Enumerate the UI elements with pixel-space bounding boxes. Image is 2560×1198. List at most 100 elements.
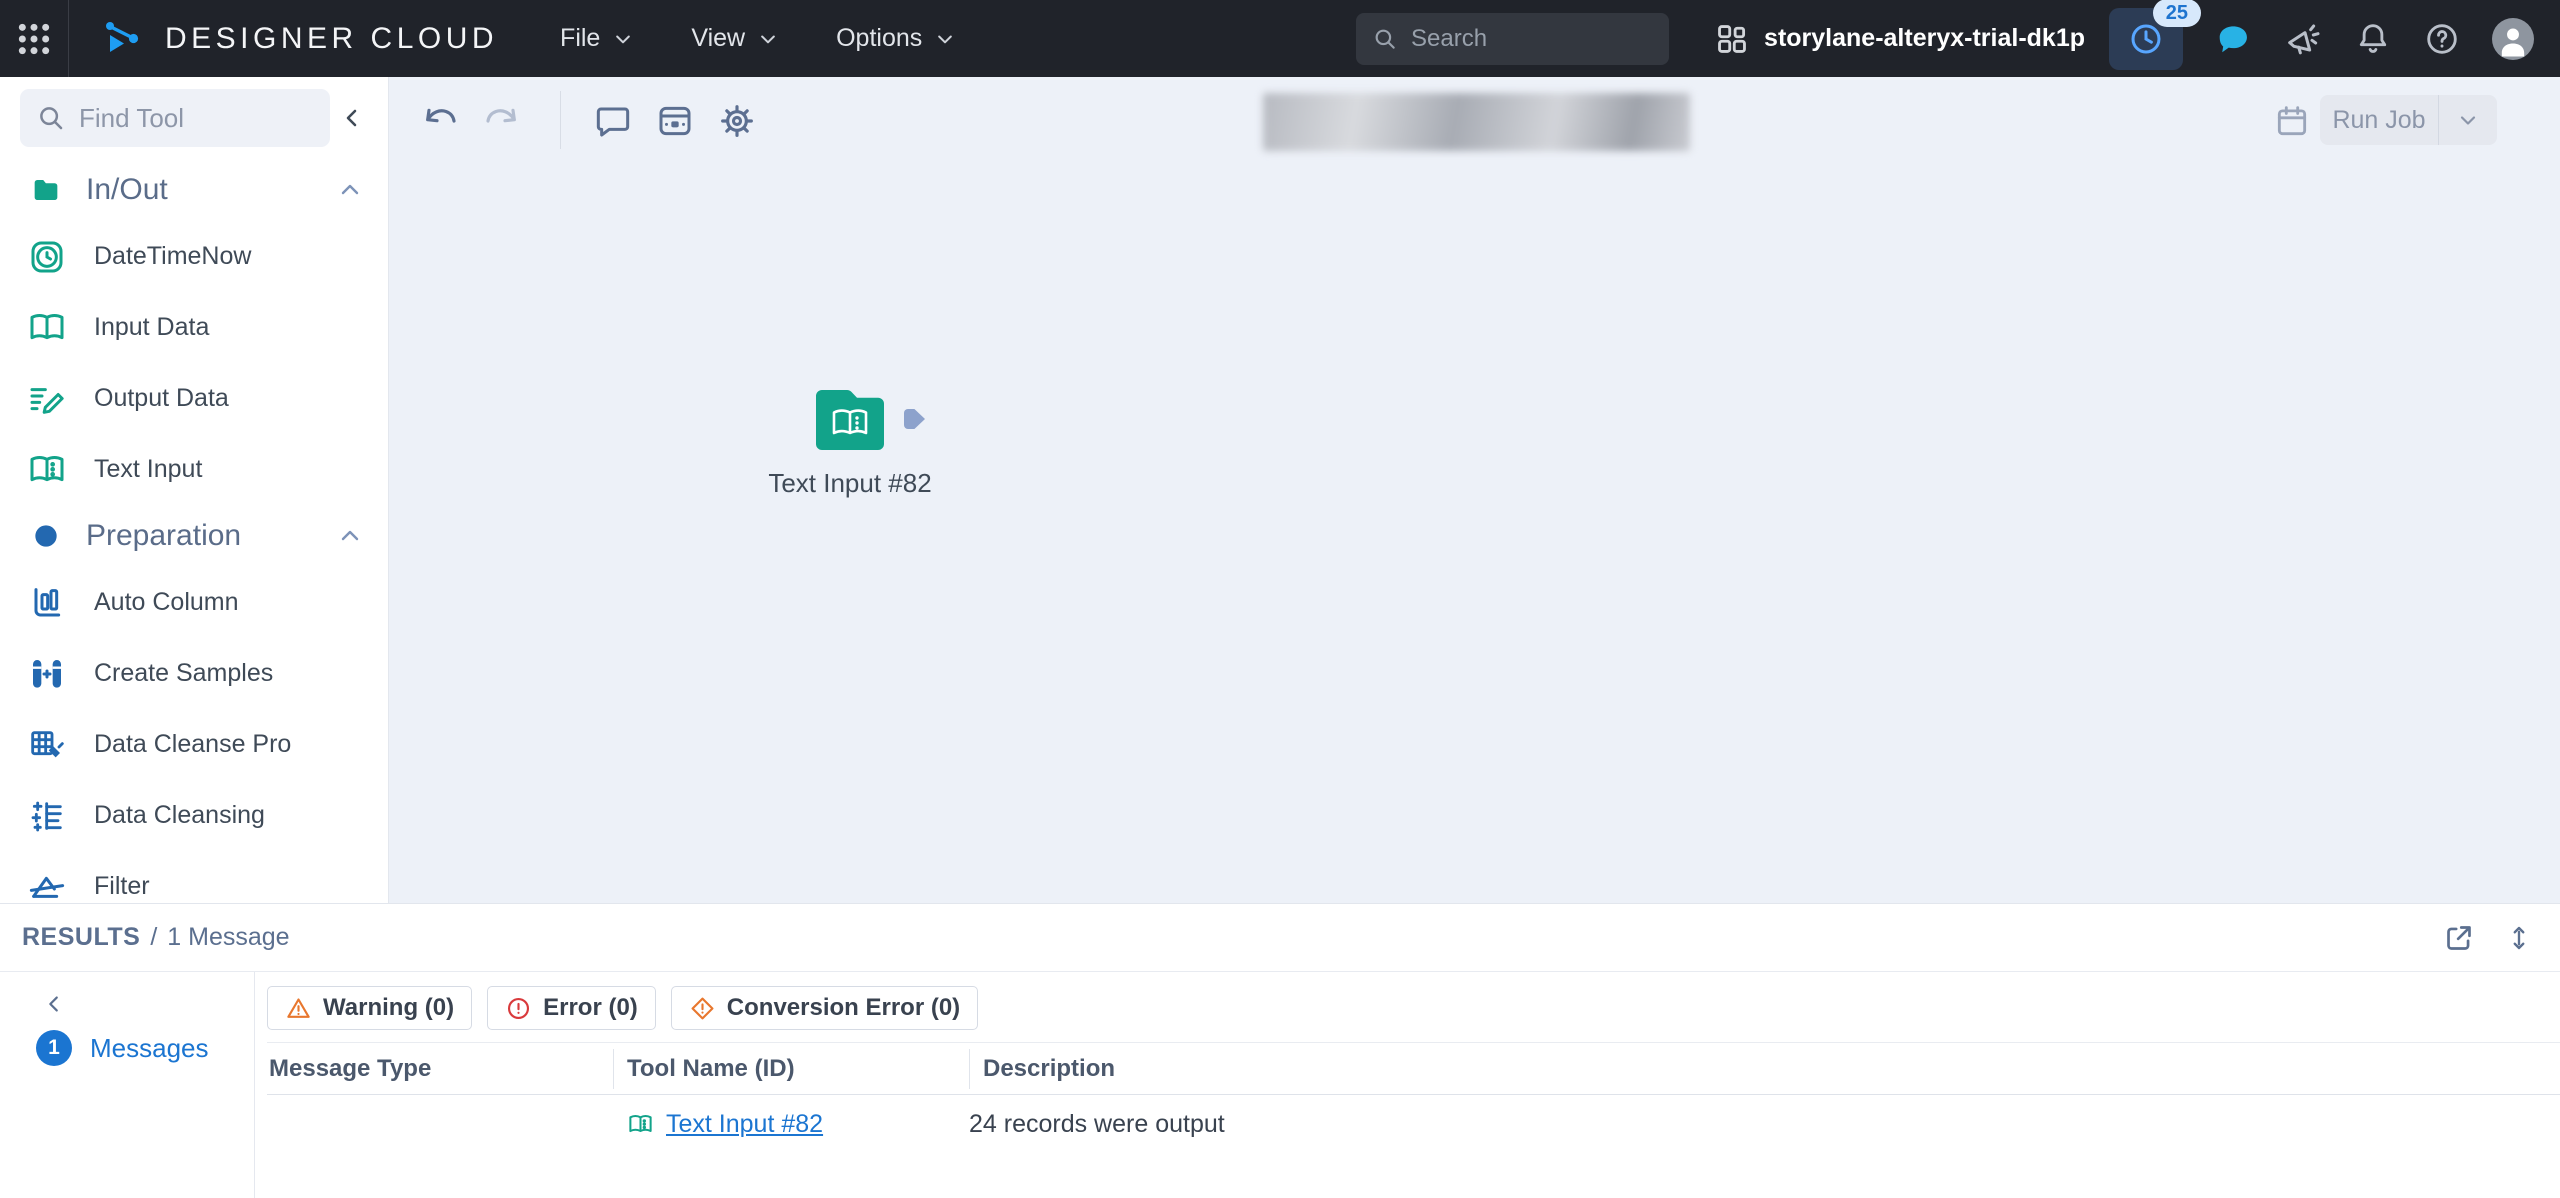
section-label: Preparation — [86, 519, 338, 553]
section-in-out[interactable]: In/Out — [0, 159, 388, 221]
filter-warning[interactable]: Warning (0) — [267, 986, 472, 1030]
results-header: RESULTS / 1 Message — [0, 903, 2560, 971]
rail-item-messages[interactable]: 1 Messages — [36, 1030, 209, 1066]
announcements-button[interactable] — [2283, 19, 2323, 59]
help-icon — [2423, 20, 2461, 58]
workflow-node-text-input[interactable]: Text Input #82 — [812, 386, 888, 454]
tool-item-create-samples[interactable]: Create Samples — [0, 638, 388, 709]
designer-cloud-app: DESIGNER CLOUD File View Options — [0, 0, 2560, 1198]
tool-item-datetimenow[interactable]: DateTimeNow — [0, 221, 388, 292]
section-preparation[interactable]: Preparation — [0, 505, 388, 567]
workflow-canvas[interactable]: Run Job Tex — [389, 77, 2560, 903]
menu-view[interactable]: View — [691, 24, 778, 53]
results-body: 1 Messages Warning (0) — [0, 971, 2560, 1198]
tool-item-label: Data Cleanse Pro — [94, 730, 291, 759]
collapse-palette-button[interactable] — [330, 96, 374, 140]
text-input-icon — [627, 1111, 654, 1138]
topbar-right: storylane-alteryx-trial-dk1p 25 — [1356, 8, 2560, 70]
bell-icon — [2354, 20, 2392, 58]
app-launcher-button[interactable] — [0, 0, 69, 77]
create-samples-icon — [24, 654, 70, 694]
redacted-workflow-title — [1263, 93, 1690, 151]
column-header-message-type: Message Type — [267, 1055, 613, 1083]
text-input-node-icon — [812, 386, 888, 454]
alteryx-logo-icon — [101, 18, 147, 60]
filter-conversion-error[interactable]: Conversion Error (0) — [671, 986, 978, 1030]
data-cleanse-pro-icon — [24, 725, 70, 765]
tool-item-text-input[interactable]: Text Input — [0, 434, 388, 505]
notifications-button[interactable] — [2354, 20, 2392, 58]
tool-container-button[interactable] — [653, 99, 697, 143]
notification-count-badge: 25 — [2153, 0, 2201, 27]
filter-icon — [24, 867, 70, 904]
tool-name-link[interactable]: Text Input #82 — [666, 1110, 823, 1139]
schedule-button[interactable] — [2270, 99, 2314, 143]
results-message-count: 1 Message — [167, 923, 289, 952]
help-button[interactable] — [2423, 20, 2461, 58]
comment-button[interactable] — [591, 99, 635, 143]
results-header-actions — [2442, 921, 2534, 955]
person-icon — [2492, 18, 2534, 60]
tool-item-input-data[interactable]: Input Data — [0, 292, 388, 363]
search-icon — [36, 103, 66, 133]
global-search[interactable] — [1356, 13, 1669, 65]
run-job-dropdown-button[interactable] — [2438, 95, 2497, 145]
chevron-up-icon — [338, 178, 362, 202]
search-input[interactable] — [1411, 25, 1653, 53]
resize-panel-icon[interactable] — [2504, 921, 2534, 955]
workspace-grid-icon — [1715, 22, 1749, 56]
chat-bubble-icon — [2214, 20, 2252, 58]
messages-table: Message Type Tool Name (ID) Description — [267, 1043, 2560, 1198]
settings-button[interactable] — [715, 99, 759, 143]
find-tool-input[interactable] — [79, 103, 314, 134]
column-header-tool-name: Tool Name (ID) — [613, 1055, 969, 1083]
message-filters: Warning (0) Error (0) — [267, 972, 2560, 1043]
brand-name: DESIGNER CLOUD — [165, 22, 498, 56]
tool-item-data-cleanse-pro[interactable]: Data Cleanse Pro — [0, 709, 388, 780]
toolbar-divider — [560, 91, 561, 149]
table-row: Text Input #82 24 records were output — [267, 1095, 2560, 1153]
folder-icon — [30, 174, 62, 206]
menu-file-label: File — [560, 24, 600, 53]
table-header-row: Message Type Tool Name (ID) Description — [267, 1043, 2560, 1095]
chevron-up-icon — [338, 524, 362, 548]
tool-item-label: Text Input — [94, 455, 202, 484]
search-icon — [1372, 26, 1398, 52]
menubar: File View Options — [560, 24, 955, 53]
results-separator: / — [150, 923, 157, 952]
collapse-rail-button[interactable] — [34, 984, 74, 1024]
tool-item-data-cleansing[interactable]: Data Cleansing — [0, 780, 388, 851]
menu-options[interactable]: Options — [836, 24, 955, 53]
open-in-new-window-icon[interactable] — [2442, 921, 2476, 955]
undo-button[interactable] — [418, 99, 462, 143]
filter-label: Conversion Error (0) — [727, 994, 960, 1022]
version-history-button[interactable]: 25 — [2109, 8, 2183, 70]
user-avatar[interactable] — [2492, 18, 2534, 60]
tool-item-label: Filter — [94, 872, 150, 901]
tool-item-output-data[interactable]: Output Data — [0, 363, 388, 434]
chevron-down-icon — [613, 29, 633, 49]
node-output-anchor[interactable] — [901, 406, 928, 432]
tool-item-filter[interactable]: Filter — [0, 851, 388, 903]
warning-icon — [285, 995, 312, 1022]
cell-description: 24 records were output — [969, 1110, 2560, 1139]
column-header-description: Description — [969, 1055, 2560, 1083]
find-tool-search[interactable] — [20, 89, 330, 147]
redo-button[interactable] — [480, 99, 524, 143]
results-title: RESULTS — [22, 923, 140, 952]
run-job-button[interactable]: Run Job — [2320, 95, 2438, 145]
menu-options-label: Options — [836, 24, 922, 53]
chevron-down-icon — [935, 29, 955, 49]
workspace-name: storylane-alteryx-trial-dk1p — [1764, 24, 2085, 53]
filter-error[interactable]: Error (0) — [487, 986, 656, 1030]
tool-item-auto-column[interactable]: Auto Column — [0, 567, 388, 638]
error-icon — [505, 995, 532, 1022]
circle-icon — [30, 520, 62, 552]
apps-grid-icon — [14, 19, 54, 59]
brand-logo[interactable]: DESIGNER CLOUD — [101, 18, 498, 60]
chat-button[interactable] — [2214, 20, 2252, 58]
menu-file[interactable]: File — [560, 24, 633, 53]
run-job-split-button: Run Job — [2320, 95, 2497, 145]
tool-item-label: Output Data — [94, 384, 229, 413]
workspace-switcher[interactable]: storylane-alteryx-trial-dk1p — [1715, 22, 2085, 56]
